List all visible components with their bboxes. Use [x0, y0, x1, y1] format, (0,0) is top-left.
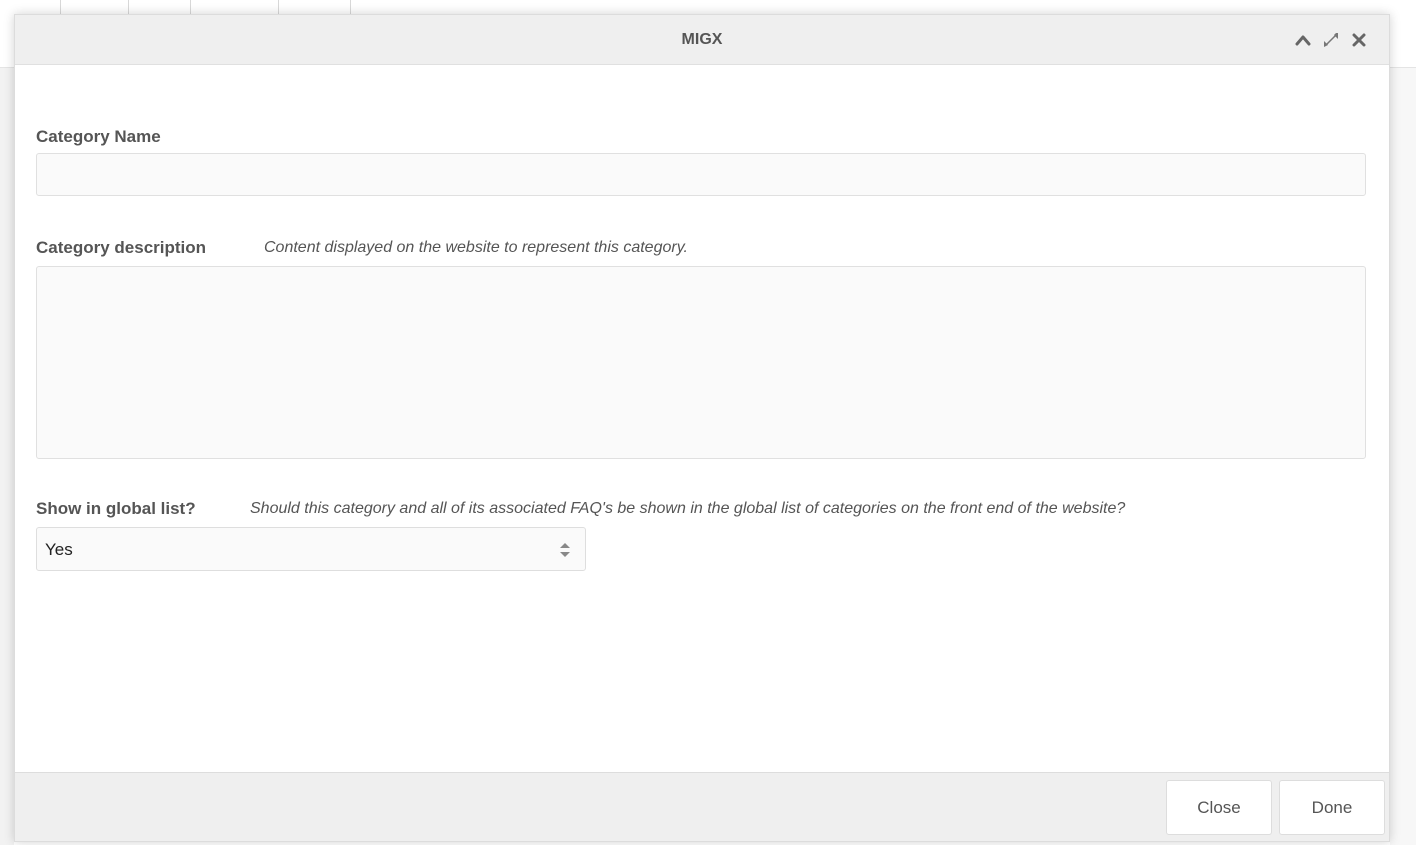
- show-in-global-list-help: Should this category and all of its asso…: [250, 500, 1126, 517]
- done-button[interactable]: Done: [1279, 780, 1385, 835]
- modal-footer: Close Done: [15, 772, 1389, 841]
- category-name-input[interactable]: [36, 153, 1366, 196]
- modal-header[interactable]: MIGX: [15, 15, 1389, 65]
- toolbar-separator: [350, 0, 351, 14]
- modal-body: Category Name Category description Conte…: [15, 65, 1389, 774]
- expand-arrows-icon[interactable]: [1321, 30, 1341, 50]
- toolbar-separator: [128, 0, 129, 14]
- category-description-textarea[interactable]: [36, 266, 1366, 459]
- background-right-edge: [1390, 68, 1416, 845]
- select-value: Yes: [45, 540, 73, 559]
- close-button[interactable]: Close: [1166, 780, 1272, 835]
- close-x-icon[interactable]: [1349, 30, 1369, 50]
- category-description-label: Category description: [36, 238, 207, 257]
- migx-modal-window: MIGX Category Name Category description …: [14, 14, 1390, 842]
- toolbar-separator: [190, 0, 191, 14]
- show-in-global-list-select[interactable]: Yes: [36, 527, 586, 571]
- toolbar-separator: [278, 0, 279, 14]
- header-tools: [1293, 29, 1369, 51]
- show-in-global-list-label: Show in global list?: [36, 499, 196, 518]
- select-arrows-icon: [559, 540, 571, 560]
- chevron-up-icon[interactable]: [1293, 30, 1313, 50]
- background-left-edge: [0, 68, 14, 845]
- modal-title: MIGX: [681, 31, 723, 48]
- category-name-label: Category Name: [36, 127, 161, 146]
- category-description-help: Content displayed on the website to repr…: [264, 239, 688, 256]
- toolbar-separator: [60, 0, 61, 14]
